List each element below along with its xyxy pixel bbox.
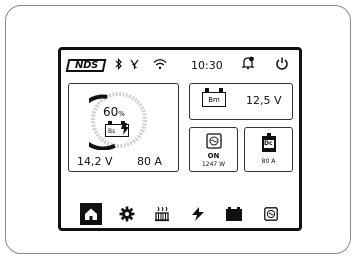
nav-inverter[interactable] xyxy=(260,203,282,225)
nav-heater[interactable] xyxy=(151,203,173,225)
battery-icon xyxy=(226,207,242,221)
charge-gauge xyxy=(89,92,147,150)
nav-home[interactable] xyxy=(80,203,102,225)
nav-settings[interactable] xyxy=(116,203,138,225)
heater-icon xyxy=(155,206,169,222)
inverter-icon xyxy=(206,133,222,149)
service-battery-current: 80 A xyxy=(137,155,163,168)
nav-battery[interactable] xyxy=(223,203,245,225)
status-bar: NDS 10:30 xyxy=(61,50,299,80)
dcdc-current: 80 A xyxy=(261,158,276,165)
bluetooth-icon xyxy=(115,58,123,74)
dcdc-card[interactable]: Dc 80 A xyxy=(244,127,293,172)
inverter-card[interactable]: ON 1247 W xyxy=(189,127,238,172)
charging-hand-icon xyxy=(121,123,129,135)
charge-percent: 60% xyxy=(103,105,125,119)
charging-icon xyxy=(192,207,204,221)
brand-logo: NDS xyxy=(65,59,107,72)
signal-icon xyxy=(130,58,139,74)
power-icon[interactable] xyxy=(275,56,289,74)
nav-charging[interactable] xyxy=(187,203,209,225)
inverter-power: 1247 W xyxy=(201,161,226,168)
dcdc-label: Dc xyxy=(264,140,273,147)
motor-battery-voltage: 12,5 V xyxy=(246,94,282,107)
service-battery-card[interactable]: 60% Bs 14,2 V 80 A xyxy=(68,83,179,172)
wifi-icon xyxy=(153,58,167,74)
control-panel-screen: NDS 10:30 60% Bs 14,2 V 80 A Bm 12,5 V O… xyxy=(58,47,302,231)
home-icon xyxy=(85,208,97,220)
settings-icon xyxy=(119,206,135,222)
bell-icon[interactable] xyxy=(241,56,255,74)
service-battery-voltage: 14,2 V xyxy=(77,155,113,168)
inverter-state: ON xyxy=(207,152,220,160)
bottom-navigation xyxy=(61,200,299,228)
inverter-icon xyxy=(264,207,278,221)
motor-battery-card[interactable]: Bm 12,5 V xyxy=(189,83,293,120)
motor-battery-icon: Bm xyxy=(202,92,226,107)
clock-time: 10:30 xyxy=(191,59,223,72)
